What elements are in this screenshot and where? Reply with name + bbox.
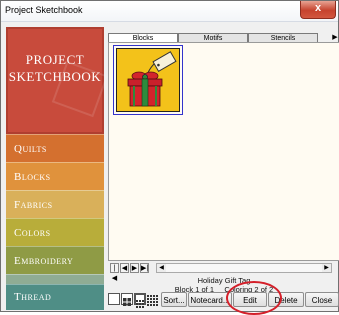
view-3x3-icon[interactable] [134, 293, 146, 308]
sort-button[interactable]: Sort... [161, 292, 187, 307]
brand-panel: Project Sketchbook [6, 27, 109, 134]
sidebar: Project Sketchbook Quilts Blocks Fabrics… [6, 27, 109, 310]
last-block-button[interactable]: ▶| [140, 263, 149, 273]
view-2x2-icon[interactable] [121, 293, 133, 306]
sidebar-item-colors[interactable]: Colors [6, 218, 104, 246]
highlight-ring-annotation [226, 281, 282, 315]
brand-line-2: Sketchbook [8, 69, 102, 84]
scroll-right-arrow-icon[interactable]: ▶ [322, 264, 331, 272]
close-button[interactable]: Close [305, 292, 339, 307]
sidebar-item-quilts[interactable]: Quilts [6, 134, 104, 162]
sidebar-item-fabrics[interactable]: Fabrics [6, 190, 104, 218]
project-sketchbook-window: Project Sketchbook x Project Sketchbook … [0, 0, 339, 315]
brand-title: Project Sketchbook [6, 51, 104, 85]
horizontal-scrollbar[interactable]: ◀ ▶ [156, 263, 332, 273]
close-icon: x [314, 2, 322, 14]
brand-line-1: Project [25, 52, 85, 67]
tab-stencils[interactable]: Stencils [248, 33, 318, 42]
scroll-left-arrow-icon[interactable]: ◀ [157, 264, 166, 272]
sidebar-item-thread-label[interactable]: Thread [6, 284, 104, 308]
window-title: Project Sketchbook [5, 5, 83, 15]
tab-blocks[interactable]: Blocks [108, 33, 178, 42]
sidebar-item-blocks[interactable]: Blocks [6, 162, 104, 190]
tab-scroll-arrow[interactable]: ▶ [330, 33, 339, 42]
view-1x1-icon[interactable] [108, 293, 120, 305]
sidebar-item-embroidery[interactable]: Embroidery [6, 246, 104, 274]
view-4x4-icon[interactable] [147, 293, 159, 306]
block-name: Holiday Gift Tag [197, 276, 251, 285]
previous-block-button[interactable]: ◀ [120, 263, 129, 273]
close-window-button[interactable]: x [300, 1, 336, 19]
title-bar: Project Sketchbook x [1, 1, 338, 22]
tab-motifs[interactable]: Motifs [178, 33, 248, 42]
first-block-button[interactable]: |◀ [110, 263, 119, 282]
block-thumbnail[interactable] [113, 45, 183, 115]
gift-with-tag-icon [116, 48, 180, 112]
block-navigator: |◀ ◀ ▶ ▶| ◀ ▶ [108, 263, 339, 282]
next-block-button[interactable]: ▶ [130, 263, 139, 273]
bottom-toolbar: Sort... Notecard... Edit Delete Close [105, 292, 339, 308]
sketchbook-content [108, 42, 339, 261]
